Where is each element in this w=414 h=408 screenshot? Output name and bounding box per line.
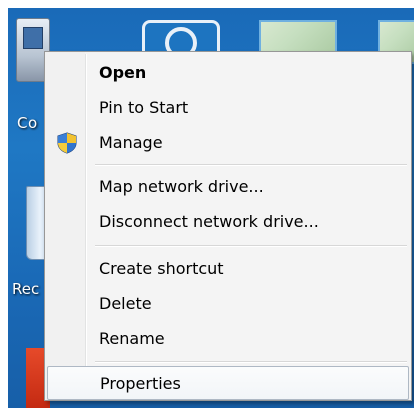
- menu-item-label: Rename: [99, 329, 165, 348]
- recycle-bin-icon-label[interactable]: Rec: [12, 280, 39, 298]
- menu-item-delete[interactable]: Delete: [47, 287, 409, 321]
- menu-item-label: Delete: [99, 294, 152, 313]
- menu-item-label: Open: [99, 63, 147, 82]
- menu-item-create-shortcut[interactable]: Create shortcut: [47, 252, 409, 286]
- menu-item-label: Properties: [100, 374, 181, 393]
- menu-item-label: Manage: [99, 133, 163, 152]
- menu-item-label: Pin to Start: [99, 98, 189, 117]
- menu-item-rename[interactable]: Rename: [47, 322, 409, 356]
- menu-item-label: Map network drive...: [99, 177, 264, 196]
- menu-separator: [95, 245, 407, 247]
- context-menu: Open Pin to Start Manage Map network dri…: [44, 51, 412, 401]
- menu-item-properties[interactable]: Properties: [47, 366, 409, 400]
- menu-item-manage[interactable]: Manage: [47, 126, 409, 160]
- menu-separator: [95, 164, 407, 166]
- menu-item-label: Create shortcut: [99, 259, 224, 278]
- computer-icon-label[interactable]: Co: [17, 114, 38, 132]
- menu-separator: [95, 361, 407, 363]
- menu-item-pin-to-start[interactable]: Pin to Start: [47, 91, 409, 125]
- menu-item-open[interactable]: Open: [47, 56, 409, 90]
- menu-item-label: Disconnect network drive...: [99, 212, 319, 231]
- menu-item-map-network-drive[interactable]: Map network drive...: [47, 170, 409, 204]
- menu-item-disconnect-network-drive[interactable]: Disconnect network drive...: [47, 205, 409, 239]
- uac-shield-icon: [57, 132, 77, 154]
